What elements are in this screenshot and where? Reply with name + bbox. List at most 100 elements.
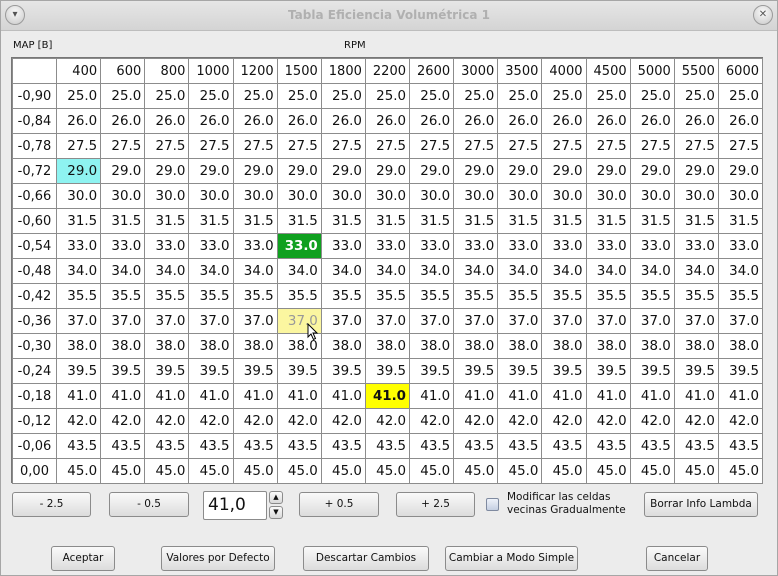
table-cell[interactable]: 43.5 (717, 433, 764, 459)
table-cell[interactable]: 37.0 (55, 308, 102, 334)
table-cell[interactable]: 43.5 (55, 433, 102, 459)
table-cell[interactable]: 42.0 (453, 408, 499, 434)
table-cell[interactable]: 41.0 (453, 383, 499, 409)
table-cell[interactable]: 33.0 (364, 233, 411, 259)
table-cell[interactable]: 25.0 (629, 83, 675, 109)
increase-0-5-button[interactable]: + 0.5 (299, 492, 379, 517)
table-cell[interactable]: 41.0 (497, 383, 543, 409)
table-cell[interactable]: 42.0 (717, 408, 764, 434)
table-cell[interactable]: 29.0 (673, 158, 719, 184)
table-cell[interactable]: 27.5 (497, 133, 543, 159)
table-cell[interactable]: 41.0 (717, 383, 764, 409)
table-cell[interactable]: 27.5 (717, 133, 764, 159)
table-cell[interactable]: 31.5 (629, 208, 675, 234)
table-cell[interactable]: 35.5 (320, 283, 366, 309)
table-cell[interactable]: 35.5 (629, 283, 675, 309)
table-cell[interactable]: 33.0 (673, 233, 719, 259)
table-cell[interactable]: 42.0 (408, 408, 455, 434)
table-cell[interactable]: 29.0 (541, 158, 587, 184)
table-cell[interactable]: 27.5 (585, 133, 631, 159)
table-cell[interactable]: 43.5 (188, 433, 234, 459)
table-cell[interactable]: 31.5 (541, 208, 587, 234)
discard-changes-button[interactable]: Descartar Cambios (303, 546, 429, 571)
table-cell[interactable]: 42.0 (232, 408, 278, 434)
table-cell[interactable]: 34.0 (453, 258, 499, 284)
table-cell[interactable]: 43.5 (585, 433, 631, 459)
table-cell[interactable]: 38.0 (717, 333, 764, 359)
table-cell[interactable]: 30.0 (55, 183, 102, 209)
table-cell[interactable]: 33.0 (276, 233, 322, 259)
decrease-2-5-button[interactable]: - 2.5 (12, 492, 91, 517)
table-cell[interactable]: 25.0 (276, 83, 322, 109)
table-cell[interactable]: 45.0 (55, 458, 102, 484)
table-cell[interactable]: 30.0 (100, 183, 146, 209)
table-cell[interactable]: 41.0 (232, 383, 278, 409)
table-cell[interactable]: 33.0 (717, 233, 764, 259)
table-cell[interactable]: 26.0 (320, 108, 366, 134)
table-cell[interactable]: 38.0 (497, 333, 543, 359)
table-cell[interactable]: 41.0 (100, 383, 146, 409)
table-cell[interactable]: 35.5 (55, 283, 102, 309)
table-cell[interactable]: 31.5 (320, 208, 366, 234)
table-cell[interactable]: 34.0 (717, 258, 764, 284)
cancel-button[interactable]: Cancelar (646, 546, 708, 571)
table-cell[interactable]: 33.0 (232, 233, 278, 259)
table-cell[interactable]: 37.0 (364, 308, 411, 334)
table-cell[interactable]: 27.5 (673, 133, 719, 159)
table-cell[interactable]: 35.5 (188, 283, 234, 309)
table-cell[interactable]: 31.5 (100, 208, 146, 234)
table-cell[interactable]: 31.5 (55, 208, 102, 234)
table-cell[interactable]: 26.0 (364, 108, 411, 134)
table-cell[interactable]: 26.0 (585, 108, 631, 134)
table-cell[interactable]: 37.0 (717, 308, 764, 334)
table-cell[interactable]: 27.5 (453, 133, 499, 159)
table-cell[interactable]: 37.0 (585, 308, 631, 334)
table-cell[interactable]: 39.5 (629, 358, 675, 384)
table-cell[interactable]: 30.0 (188, 183, 234, 209)
table-cell[interactable]: 37.0 (673, 308, 719, 334)
close-icon[interactable]: ✕ (753, 5, 773, 25)
table-cell[interactable]: 38.0 (673, 333, 719, 359)
table-cell[interactable]: 33.0 (55, 233, 102, 259)
table-cell[interactable]: 45.0 (188, 458, 234, 484)
table-cell[interactable]: 35.5 (497, 283, 543, 309)
table-cell[interactable]: 27.5 (100, 133, 146, 159)
table-cell[interactable]: 41.0 (320, 383, 366, 409)
table-cell[interactable]: 35.5 (364, 283, 411, 309)
table-cell[interactable]: 42.0 (629, 408, 675, 434)
table-cell[interactable]: 33.0 (100, 233, 146, 259)
table-cell[interactable]: 30.0 (320, 183, 366, 209)
table-cell[interactable]: 31.5 (144, 208, 190, 234)
table-cell[interactable]: 25.0 (55, 83, 102, 109)
table-cell[interactable]: 30.0 (232, 183, 278, 209)
table-cell[interactable]: 42.0 (276, 408, 322, 434)
table-cell[interactable]: 41.0 (55, 383, 102, 409)
table-cell[interactable]: 42.0 (673, 408, 719, 434)
table-cell[interactable]: 45.0 (408, 458, 455, 484)
table-cell[interactable]: 29.0 (408, 158, 455, 184)
table-cell[interactable]: 41.0 (673, 383, 719, 409)
table-cell[interactable]: 25.0 (320, 83, 366, 109)
table-cell[interactable]: 45.0 (453, 458, 499, 484)
table-cell[interactable]: 41.0 (364, 383, 411, 409)
table-cell[interactable]: 33.0 (541, 233, 587, 259)
table-cell[interactable]: 26.0 (100, 108, 146, 134)
table-cell[interactable]: 33.0 (320, 233, 366, 259)
table-cell[interactable]: 25.0 (585, 83, 631, 109)
table-cell[interactable]: 35.5 (408, 283, 455, 309)
gradual-neighbors-checkbox[interactable] (486, 498, 499, 511)
table-cell[interactable]: 42.0 (497, 408, 543, 434)
table-cell[interactable]: 38.0 (453, 333, 499, 359)
table-cell[interactable]: 29.0 (144, 158, 190, 184)
table-cell[interactable]: 39.5 (585, 358, 631, 384)
table-cell[interactable]: 30.0 (541, 183, 587, 209)
table-cell[interactable]: 25.0 (364, 83, 411, 109)
table-cell[interactable]: 34.0 (408, 258, 455, 284)
table-cell[interactable]: 34.0 (629, 258, 675, 284)
table-cell[interactable]: 30.0 (585, 183, 631, 209)
table-cell[interactable]: 38.0 (320, 333, 366, 359)
defaults-button[interactable]: Valores por Defecto (161, 546, 275, 571)
table-cell[interactable]: 45.0 (364, 458, 411, 484)
table-cell[interactable]: 35.5 (717, 283, 764, 309)
table-cell[interactable]: 39.5 (276, 358, 322, 384)
